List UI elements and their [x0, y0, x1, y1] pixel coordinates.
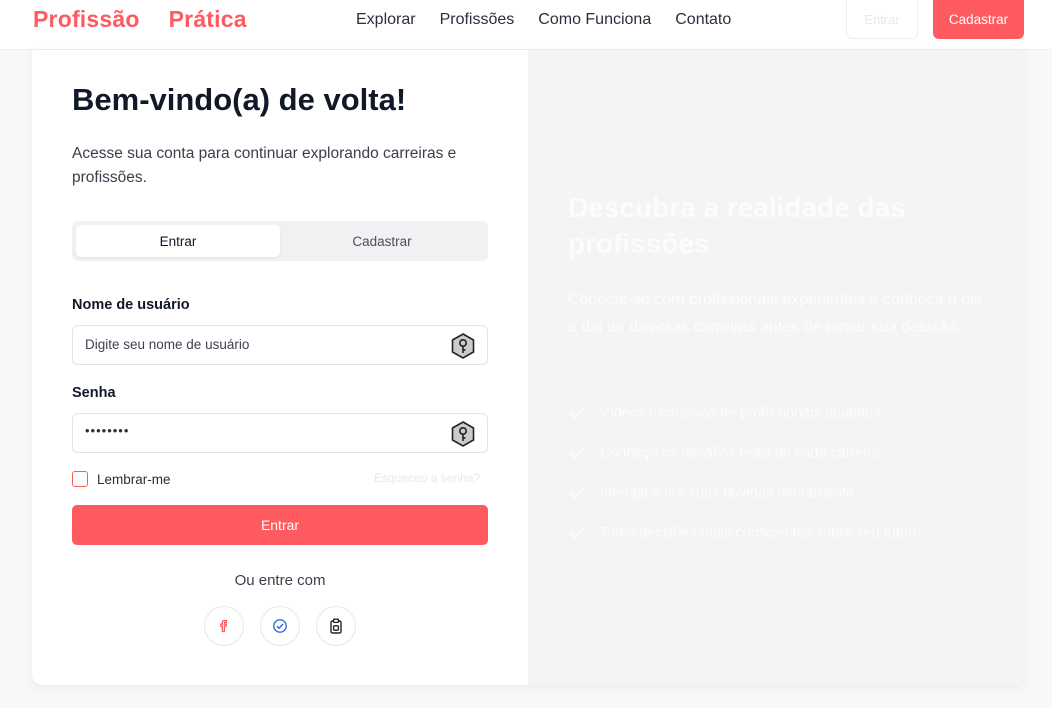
- login-submit-button[interactable]: Entrar: [72, 505, 488, 545]
- nav-como-funciona[interactable]: Como Funciona: [538, 11, 651, 29]
- hero-pane: Descubra a realidade das profissões Cone…: [528, 50, 1024, 685]
- feature-item: Interaja e tire suas dúvidas diretamente: [568, 473, 921, 513]
- feature-item: Tome decisões mais conscientes sobre seu…: [568, 513, 921, 553]
- feature-item: Vídeos exclusivos de profissionais atuan…: [568, 393, 921, 433]
- remember-me: Lembrar-me: [72, 471, 171, 487]
- password-label: Senha: [72, 385, 116, 401]
- top-navbar: Profissão Prática Explorar Profissões Com…: [0, 0, 1052, 50]
- auth-card: Bem-vindo(a) de volta! Acesse sua conta …: [32, 50, 1024, 685]
- check-icon: [570, 488, 584, 499]
- brand-word-1: Profissão: [33, 6, 140, 32]
- username-label: Nome de usuário: [72, 297, 190, 313]
- facebook-login-button[interactable]: [204, 606, 244, 646]
- or-divider-text: Ou entre com: [234, 572, 326, 589]
- header-signup-button[interactable]: Cadastrar: [933, 0, 1024, 39]
- check-icon: [570, 448, 584, 459]
- feature-list: Vídeos exclusivos de profissionais atuan…: [568, 393, 921, 553]
- username-field[interactable]: Digite seu nome de usuário: [72, 325, 488, 365]
- check-icon: [570, 408, 584, 419]
- page-title: Bem-vindo(a) de volta!: [72, 82, 407, 117]
- hero-title: Descubra a realidade das profissões: [568, 192, 906, 259]
- key-icon[interactable]: [451, 421, 475, 447]
- nav-explorar[interactable]: Explorar: [356, 11, 416, 29]
- facebook-icon: [220, 619, 228, 633]
- brand-logo[interactable]: Profissão Prática: [33, 6, 247, 33]
- google-login-button[interactable]: [260, 606, 300, 646]
- tab-entrar[interactable]: Entrar: [76, 225, 280, 257]
- password-value: ••••••••: [85, 423, 130, 438]
- key-icon[interactable]: [451, 333, 475, 359]
- hero-description: Conecte-se com profissionais experientes…: [568, 291, 983, 336]
- main-nav: Explorar Profissões Como Funciona Contat…: [356, 11, 731, 29]
- feature-text: Conheça os desafios reais de cada carrei…: [600, 445, 880, 461]
- feature-item: Conheça os desafios reais de cada carrei…: [568, 433, 921, 473]
- forgot-password-link[interactable]: Esqueceu a senha?: [374, 471, 480, 485]
- check-circle-icon: [273, 619, 287, 633]
- nav-contato[interactable]: Contato: [675, 11, 731, 29]
- clipboard-icon: [330, 618, 342, 634]
- apple-login-button[interactable]: [316, 606, 356, 646]
- tab-cadastrar[interactable]: Cadastrar: [280, 225, 484, 257]
- feature-text: Interaja e tire suas dúvidas diretamente: [600, 485, 854, 501]
- remember-label: Lembrar-me: [97, 471, 171, 487]
- auth-tabs: Entrar Cadastrar: [72, 221, 488, 261]
- username-placeholder: Digite seu nome de usuário: [85, 337, 250, 352]
- header-login-button[interactable]: Entrar: [846, 0, 918, 39]
- page-subtitle: Acesse sua conta para continuar exploran…: [72, 145, 457, 186]
- brand-word-2: Prática: [168, 6, 247, 32]
- remember-checkbox[interactable]: [72, 471, 88, 487]
- nav-profissoes[interactable]: Profissões: [440, 11, 515, 29]
- check-icon: [570, 528, 584, 539]
- feature-text: Tome decisões mais conscientes sobre seu…: [600, 525, 921, 541]
- feature-text: Vídeos exclusivos de profissionais atuan…: [600, 405, 881, 421]
- password-field[interactable]: ••••••••: [72, 413, 488, 453]
